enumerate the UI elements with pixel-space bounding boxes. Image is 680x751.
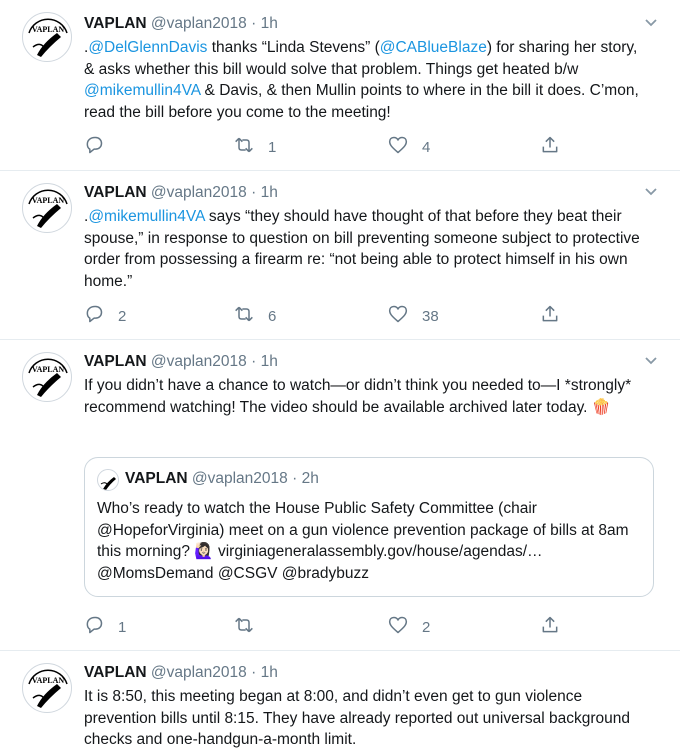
reply-icon [84,615,104,639]
quoted-tweet[interactable]: VAPLAN @vaplan2018 · 2h Who’s ready to w… [84,457,654,597]
timestamp[interactable]: 1h [261,15,278,32]
retweet-icon [234,304,254,328]
like-count: 2 [422,618,431,636]
like-count: 4 [422,138,431,156]
retweet-icon [234,135,254,159]
author-handle[interactable]: @vaplan2018 [151,353,247,370]
heart-icon [388,304,408,328]
chevron-down-icon[interactable] [644,185,658,200]
chevron-down-icon[interactable] [644,16,658,31]
tweet-text: .@DelGlennDavis thanks “Linda Stevens” (… [84,37,650,123]
vaplan-logo: VAPLAN [28,18,68,57]
mention-link[interactable]: @mikemullin4VA [88,208,204,225]
reply-count: 2 [118,307,127,325]
vaplan-logo: VAPLAN [28,358,68,397]
share-icon [540,615,560,639]
author-name[interactable]: VAPLAN [84,353,147,370]
tweet-header: VAPLAN @vaplan2018 · 1h [84,663,278,683]
reply-icon [84,304,104,328]
tweet-text: It is 8:50, this meeting began at 8:00, … [84,686,650,751]
tweet-text: .@mikemullin4VA says “they should have t… [84,206,650,292]
heart-icon [388,135,408,159]
reply-icon [84,135,104,159]
separator-dot: · [292,470,298,487]
tweet[interactable]: VAPLAN VAPLAN @vaplan2018 · 1h If you di… [0,340,680,651]
svg-text:VAPLAN: VAPLAN [32,196,65,205]
tweet-header: VAPLAN @vaplan2018 · 1h [84,183,278,203]
retweet-button[interactable]: 1 [234,136,276,158]
tweet-text-segment: If you didn’t have a chance to watch—or … [84,377,632,416]
like-button[interactable]: 2 [388,616,430,638]
retweet-icon [234,615,254,639]
tweet-header: VAPLAN @vaplan2018 · 1h [84,352,278,372]
author-handle[interactable]: @vaplan2018 [151,15,247,32]
timestamp[interactable]: 1h [261,353,278,370]
author-handle[interactable]: @vaplan2018 [151,184,247,201]
quoted-author-handle: @vaplan2018 [191,470,288,487]
reply-button[interactable]: 2 [84,305,126,327]
timeline-feed: VAPLAN VAPLAN @vaplan2018 · 1h .@DelGlen… [0,0,680,751]
reply-button[interactable]: 1 [84,616,126,638]
quoted-avatar [97,469,119,491]
share-button[interactable] [540,616,560,638]
separator-dot: · [251,184,257,201]
svg-text:VAPLAN: VAPLAN [32,676,65,685]
mention-link[interactable]: @DelGlennDavis [88,39,207,56]
heart-icon [388,615,408,639]
svg-text:VAPLAN: VAPLAN [32,25,65,34]
separator-dot: · [251,15,257,32]
reply-count: 1 [118,618,127,636]
quoted-text: Who’s ready to watch the House Public Sa… [97,500,629,582]
share-icon [540,304,560,328]
mention-link[interactable]: @CABlueBlaze [380,39,487,56]
share-button[interactable] [540,305,560,327]
quoted-author-name: VAPLAN [125,470,188,487]
separator-dot: · [251,353,257,370]
tweet-text: If you didn’t have a chance to watch—or … [84,375,650,418]
tweet-text-segment: It is 8:50, this meeting began at 8:00, … [84,688,630,748]
retweet-button[interactable] [234,616,268,638]
author-name[interactable]: VAPLAN [84,184,147,201]
timestamp[interactable]: 1h [261,664,278,681]
share-icon [540,135,560,159]
tweet-text-segment: thanks “Linda Stevens” ( [207,39,380,56]
tweet-header: VAPLAN @vaplan2018 · 1h [84,14,278,34]
vaplan-logo: VAPLAN [28,669,68,708]
vaplan-logo: VAPLAN [28,189,68,228]
tweet-actions: 1 4 [84,136,564,158]
author-name[interactable]: VAPLAN [84,15,147,32]
like-button[interactable]: 38 [388,305,439,327]
chevron-down-icon[interactable] [644,354,658,369]
author-handle[interactable]: @vaplan2018 [151,664,247,681]
avatar[interactable]: VAPLAN [22,183,72,233]
tweet-actions: 1 2 [84,616,564,638]
share-button[interactable] [540,136,560,158]
retweet-count: 1 [268,138,277,156]
tweet[interactable]: VAPLAN VAPLAN @vaplan2018 · 1h .@DelGlen… [0,0,680,171]
svg-text:VAPLAN: VAPLAN [32,365,65,374]
avatar[interactable]: VAPLAN [22,12,72,62]
quoted-timestamp: 2h [301,470,319,487]
tweet[interactable]: VAPLAN VAPLAN @vaplan2018 · 1h It is 8:5… [0,651,680,751]
like-count: 38 [422,307,439,325]
retweet-count: 6 [268,307,277,325]
avatar[interactable]: VAPLAN [22,663,72,713]
quoted-header: VAPLAN @vaplan2018 · 2h [125,470,319,488]
tweet[interactable]: VAPLAN VAPLAN @vaplan2018 · 1h .@mikemul… [0,171,680,340]
separator-dot: · [251,664,257,681]
author-name[interactable]: VAPLAN [84,664,147,681]
mention-link[interactable]: @mikemullin4VA [84,82,200,99]
timestamp[interactable]: 1h [261,184,278,201]
retweet-button[interactable]: 6 [234,305,276,327]
reply-button[interactable] [84,136,118,158]
like-button[interactable]: 4 [388,136,430,158]
tweet-actions: 2 6 38 [84,305,564,327]
avatar[interactable]: VAPLAN [22,352,72,402]
